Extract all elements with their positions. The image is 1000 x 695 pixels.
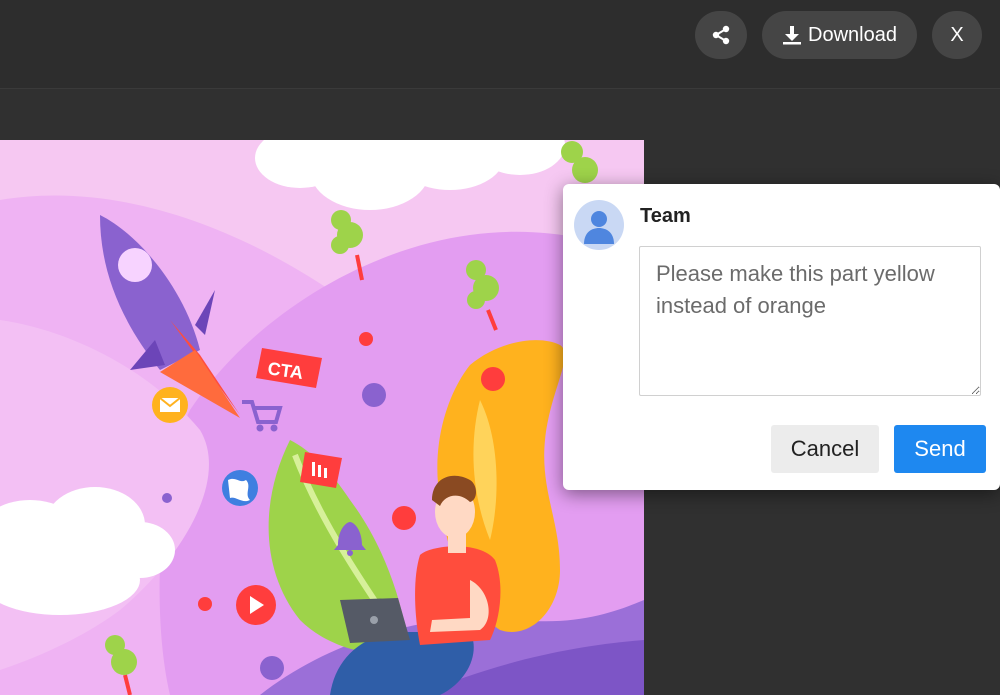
- close-button[interactable]: X: [932, 11, 982, 59]
- image-canvas[interactable]: CTA: [0, 140, 644, 695]
- play-icon: [236, 585, 276, 625]
- share-button[interactable]: [695, 11, 747, 59]
- send-button[interactable]: Send: [894, 425, 986, 473]
- top-toolbar: Download X: [0, 0, 1000, 89]
- image-viewer: Download X CTA Team Please make this par…: [0, 0, 1000, 695]
- download-label: Download: [808, 23, 897, 46]
- document-icon: [300, 452, 342, 488]
- marketing-illustration: CTA: [0, 140, 644, 695]
- download-icon: [782, 25, 802, 45]
- mail-icon: [152, 387, 188, 423]
- globe-icon: [222, 470, 258, 506]
- comment-popup: Team Please make this part yellow instea…: [563, 184, 1000, 490]
- comment-author: Team: [640, 205, 691, 227]
- share-icon: [710, 24, 732, 46]
- cancel-button[interactable]: Cancel: [771, 425, 879, 473]
- comment-input[interactable]: Please make this part yellow instead of …: [639, 246, 981, 396]
- user-avatar-icon: [574, 200, 624, 250]
- download-button[interactable]: Download: [762, 11, 917, 59]
